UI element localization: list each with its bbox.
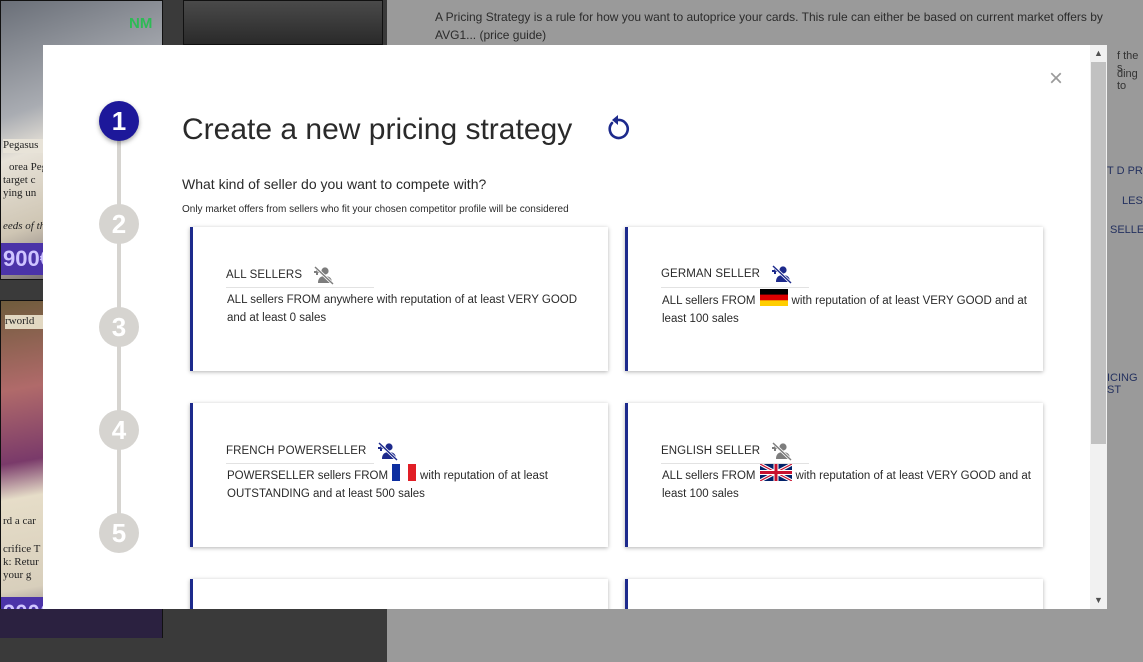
option-description: ALL sellers FROM with reputation of at le… (662, 464, 1032, 503)
option-description-text: ALL sellers FROM anywhere with reputatio… (227, 294, 578, 324)
background-text-fragment: LES (1122, 195, 1143, 207)
option-name: GERMAN SELLER (661, 268, 761, 280)
option-card-german-seller[interactable]: GERMAN SELLER ALL sellers FROM with reput… (625, 227, 1043, 371)
competitor-question: What kind of seller do you want to compe… (182, 176, 487, 192)
card-text-line: your g (3, 569, 32, 581)
option-description-text: ALL sellers FROM (662, 295, 756, 307)
card-text-line: rd a car (3, 515, 36, 527)
card-text-line: eeds of th (3, 220, 46, 232)
step-3[interactable]: 3 (99, 307, 139, 347)
germany-flag-icon (759, 289, 788, 307)
option-divider (226, 463, 374, 464)
person-add-icon (378, 441, 399, 461)
background-text-fragment: T D PR (1107, 165, 1143, 177)
option-description: ALL sellers FROM anywhere with reputatio… (227, 291, 597, 327)
competitor-hint: Only market offers from sellers who fit … (182, 204, 569, 215)
option-description: POWERSELLER sellers FROM with reputation … (227, 464, 597, 503)
step-2[interactable]: 2 (99, 204, 139, 244)
scroll-down-arrow-icon[interactable]: ▼ (1090, 592, 1107, 609)
background-text-fragment: SELLE (1110, 224, 1143, 236)
card-text-line: crifice T (3, 543, 41, 555)
card-text-line: ying un (3, 187, 37, 199)
option-divider (661, 287, 809, 288)
option-name: FRENCH POWERSELLER (226, 445, 367, 457)
uk-flag-icon (759, 464, 792, 482)
scroll-up-arrow-icon[interactable]: ▲ (1090, 45, 1107, 62)
background-text-fragment: ding to (1117, 68, 1138, 92)
card-text-line: target c (3, 174, 36, 186)
france-flag-icon (392, 464, 417, 482)
option-name: ALL SELLERS (226, 269, 303, 281)
person-add-icon (772, 264, 793, 284)
option-name: ENGLISH SELLER (661, 445, 761, 457)
background-intro-text: A Pricing Strategy is a rule for how you… (435, 10, 1103, 42)
option-card-english-seller[interactable]: ENGLISH SELLER ALL sellers FROM with repu… (625, 403, 1043, 547)
option-description: ALL sellers FROM with reputation of at le… (662, 289, 1032, 328)
modal-title: Create a new pricing strategy (182, 113, 573, 146)
step-1[interactable]: 1 (99, 101, 139, 141)
card-image-bottom (0, 609, 163, 638)
step-4[interactable]: 4 (99, 410, 139, 450)
close-icon[interactable]: × (1045, 67, 1067, 91)
option-card-all-sellers[interactable]: ALL SELLERS ALL sellers FROM anywhere wi… (190, 227, 608, 371)
person-add-outline-icon (314, 265, 335, 285)
step-5[interactable]: 5 (99, 513, 139, 553)
option-description-text: ALL sellers FROM (662, 470, 756, 482)
condition-badge: NM (129, 15, 153, 32)
card-text-line: k: Retur (3, 556, 39, 568)
option-card-french-powerseller[interactable]: FRENCH POWERSELLER POWERSELLER sellers F… (190, 403, 608, 547)
reset-icon[interactable] (603, 113, 633, 143)
card-image-dragon[interactable] (183, 0, 383, 45)
option-description-text: POWERSELLER sellers FROM (227, 470, 389, 482)
option-divider (226, 287, 374, 288)
person-add-outline-icon (772, 441, 793, 461)
background-bottom-right (387, 609, 1143, 662)
scrollbar-thumb[interactable] (1091, 62, 1106, 444)
background-text-fragment: ICING ST (1107, 372, 1138, 396)
